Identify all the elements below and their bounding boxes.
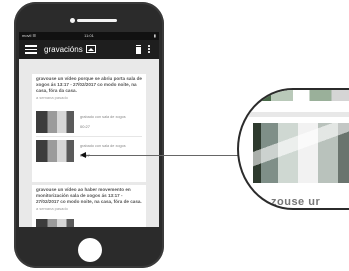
event-description: gravouse un vídeo ao haber movemento en … bbox=[36, 187, 142, 205]
front-camera bbox=[70, 18, 75, 23]
zoomed-caption: zouse ur bbox=[271, 196, 321, 208]
callout-arrow-icon bbox=[80, 152, 86, 158]
video-thumbnail[interactable] bbox=[36, 219, 74, 227]
event-description: gravouse un vídeo porque se abriu porta … bbox=[36, 76, 142, 94]
recording-label: grabado con sala de xogos bbox=[80, 115, 126, 119]
video-thumbnail[interactable] bbox=[36, 111, 74, 133]
zoomed-divider bbox=[239, 112, 349, 117]
recording-card[interactable]: gravouse un vídeo porque se abriu porta … bbox=[32, 74, 146, 182]
recording-item[interactable]: grabado con sala de xogos 00:27 bbox=[36, 111, 142, 137]
recordings-list: gravouse un vídeo porque se abriu porta … bbox=[19, 32, 159, 227]
zoom-magnifier: zouse ur bbox=[237, 88, 349, 210]
divider bbox=[36, 136, 142, 137]
zoomed-video-thumbnail bbox=[253, 123, 349, 183]
recording-duration: 00:27 bbox=[80, 124, 91, 129]
event-time-ago: a semana pasado bbox=[36, 94, 68, 100]
home-button[interactable] bbox=[78, 238, 102, 262]
event-time-ago: a semana pasado bbox=[36, 205, 68, 211]
recording-item[interactable]: grabado con sala de xogos 00:27 bbox=[36, 140, 142, 163]
zoomed-thumbnail-top bbox=[249, 90, 349, 101]
callout-line bbox=[85, 155, 245, 156]
earpiece-speaker bbox=[77, 19, 117, 22]
recording-card[interactable]: gravouse un vídeo ao haber movemento en … bbox=[32, 185, 146, 227]
recording-label: grabado con sala de xogos bbox=[80, 144, 126, 148]
recording-item[interactable] bbox=[36, 219, 142, 227]
video-thumbnail[interactable] bbox=[36, 140, 74, 162]
